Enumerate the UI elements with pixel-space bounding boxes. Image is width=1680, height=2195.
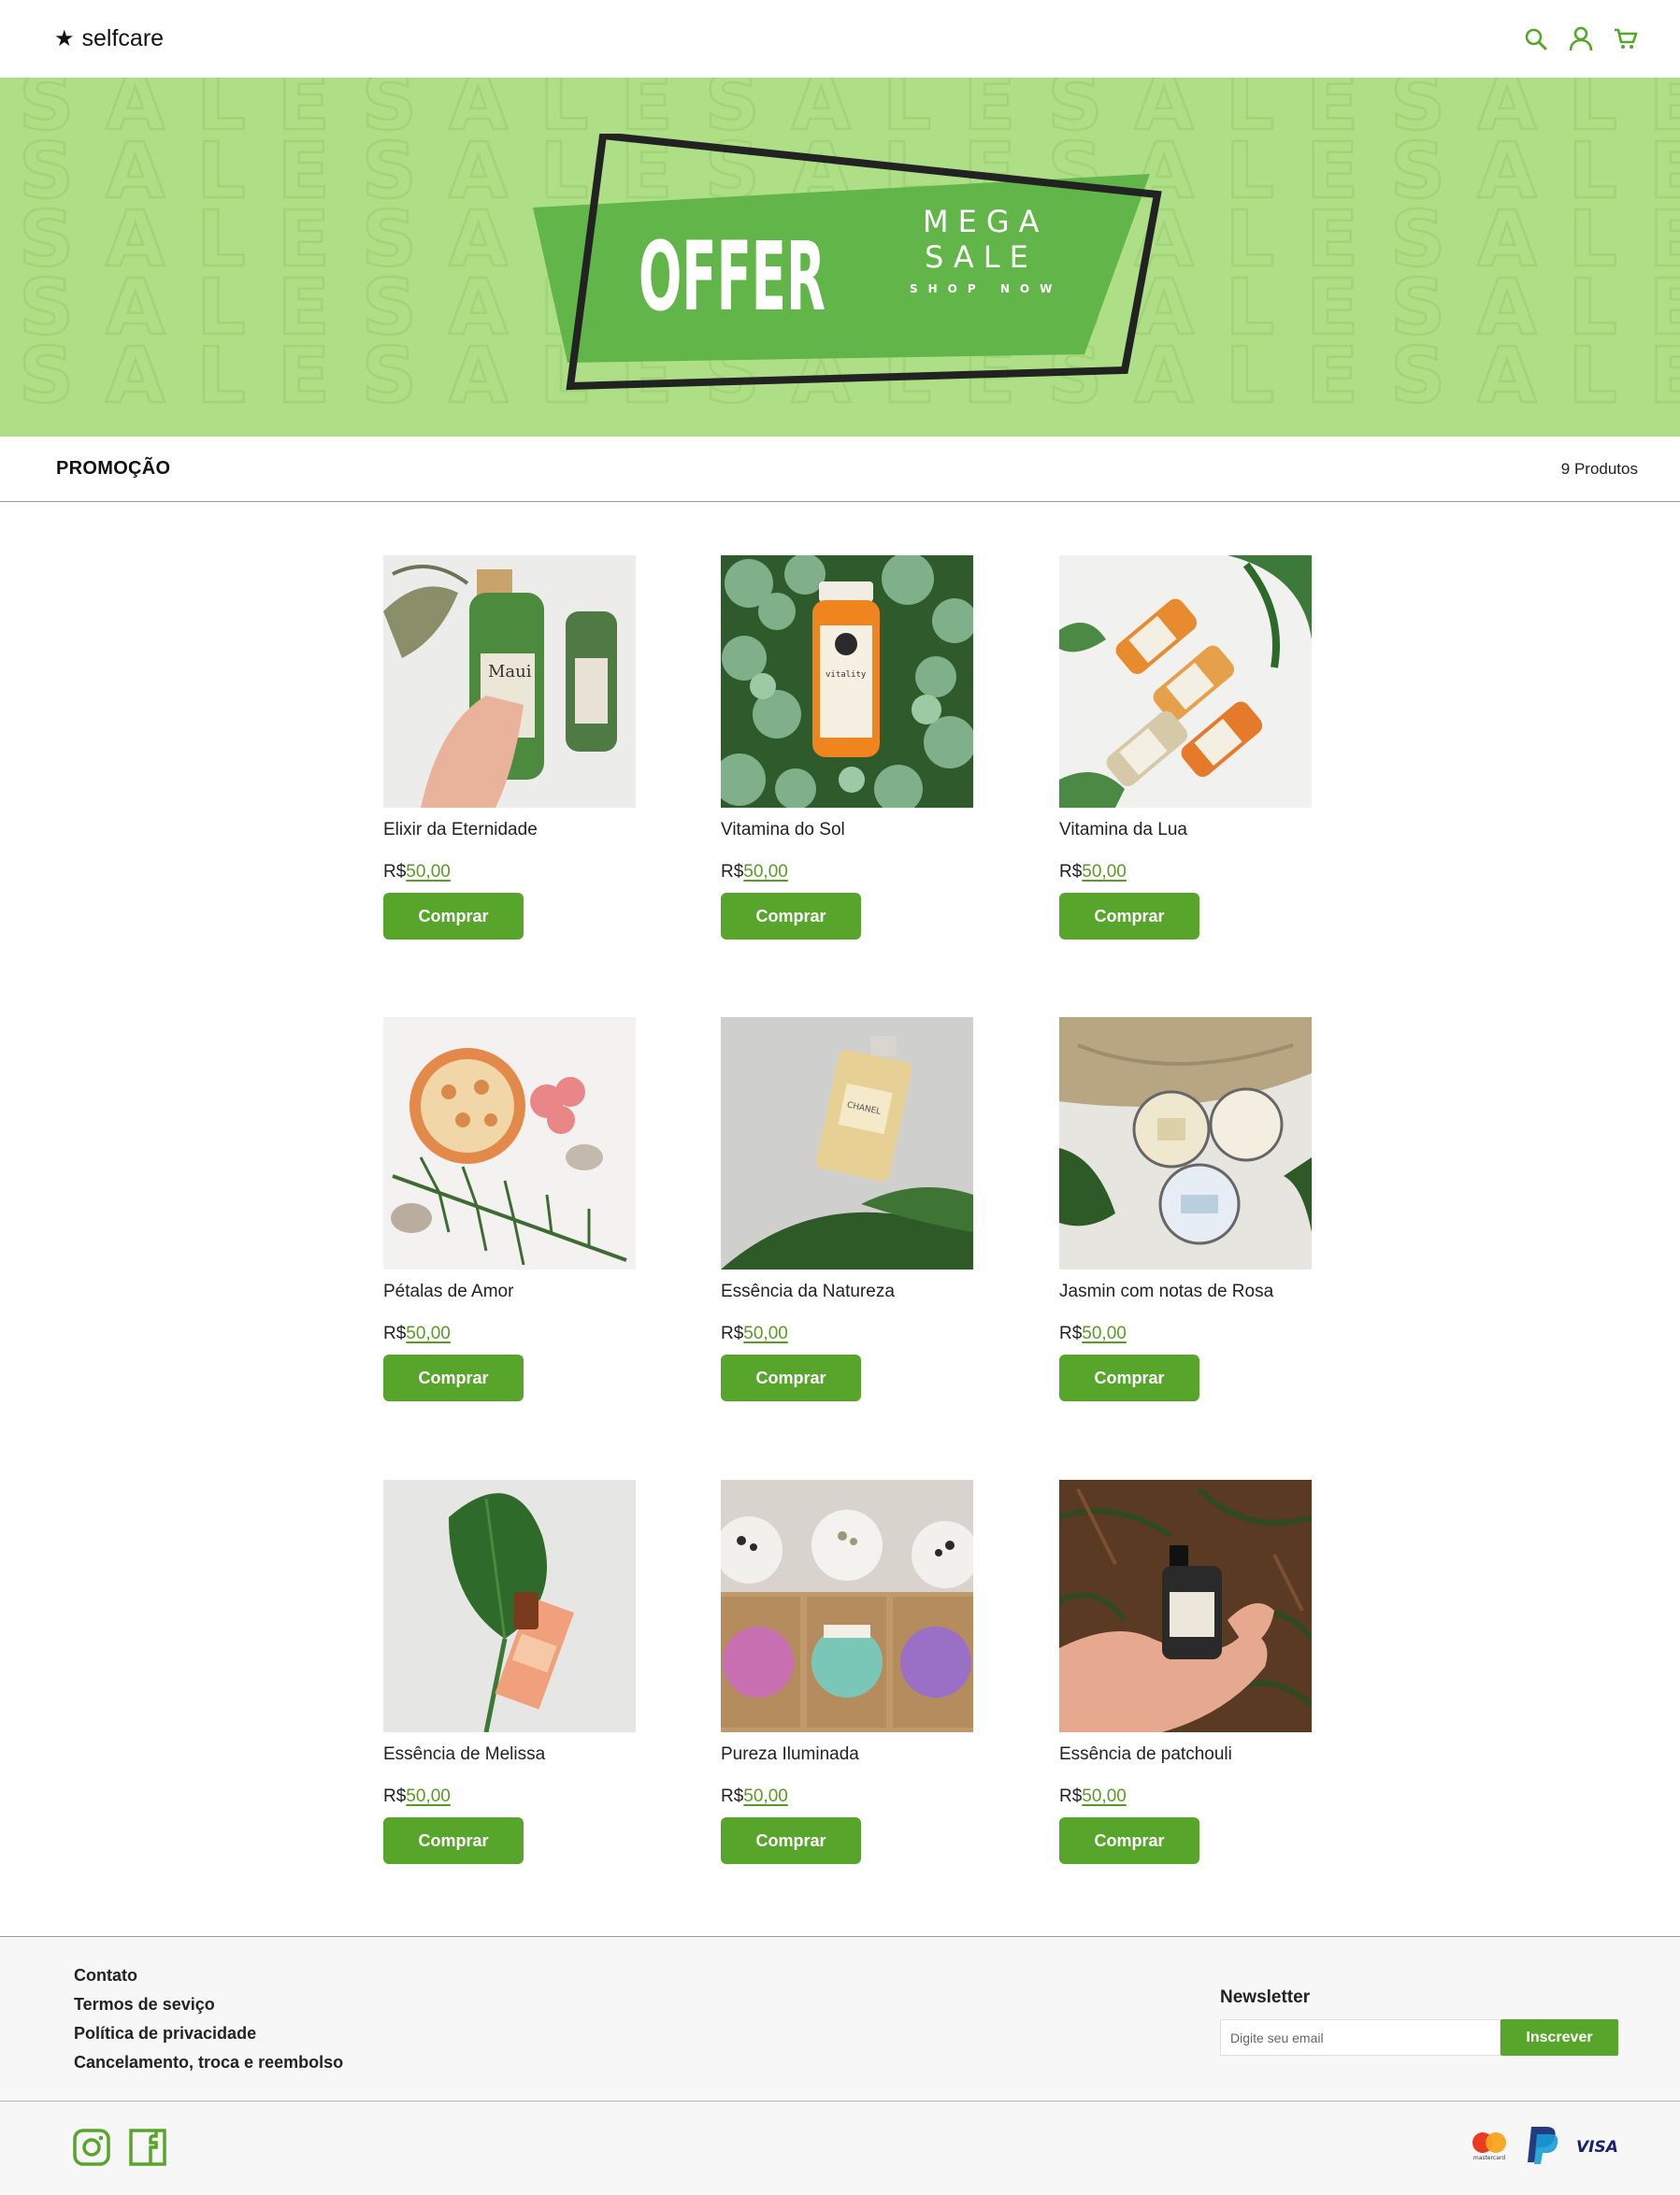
collection-title: PROMOÇÃO [56,458,171,479]
product-count: 9 Produtos [1560,459,1638,478]
product-image[interactable] [383,1480,636,1732]
product-price: R$50,00 [1059,862,1127,882]
footer-link-privacy[interactable]: Política de privacidade [74,2019,343,2048]
product-card[interactable]: Pureza Iluminada R$50,00 Comprar [721,1480,973,1864]
buy-button[interactable]: Comprar [721,893,861,940]
product-price: R$50,00 [721,862,788,882]
promo-banner[interactable]: SALESALESALESALESALESALE SALESALESALESAL… [0,78,1680,437]
facebook-icon[interactable] [129,2129,166,2171]
product-price: R$50,00 [1059,1786,1127,1806]
newsletter-title: Newsletter [1220,1987,1311,2007]
footer-link-contato[interactable]: Contato [74,1961,343,1990]
product-name[interactable]: Essência da Natureza [721,1282,973,1304]
product-card[interactable]: Vitamina da Lua R$50,00 Comprar [1059,555,1312,940]
buy-button[interactable]: Comprar [1059,1355,1199,1401]
buy-button[interactable]: Comprar [1059,893,1199,940]
buy-button[interactable]: Comprar [1059,1817,1199,1864]
product-card[interactable]: Maui Elixir da Eternidade R$50,00 Compra… [383,555,636,940]
cart-icon[interactable] [1614,27,1638,51]
product-card[interactable]: vitality Vitamina do Sol R$50,00 Comprar [721,555,973,940]
mastercard-icon: mastercard [1468,2130,1511,2166]
product-image[interactable]: Maui [383,555,636,808]
subscribe-button[interactable]: Inscrever [1501,2019,1618,2056]
product-price: R$50,00 [383,862,451,882]
svg-text:vitality: vitality [826,670,867,680]
product-image[interactable] [1059,1017,1312,1270]
mega-text: MEGA [923,204,1049,239]
footer-link-terms[interactable]: Termos de seviço [74,1990,343,2019]
product-name[interactable]: Pureza Iluminada [721,1744,973,1767]
product-card[interactable]: Essência de patchouli R$50,00 Comprar [1059,1480,1312,1864]
paypal-icon [1524,2125,1561,2171]
visa-icon: VISA [1574,2134,1621,2161]
buy-button[interactable]: Comprar [721,1355,861,1401]
sale-text: SALE [925,239,1038,275]
svg-text:Maui: Maui [488,662,532,681]
buy-button[interactable]: Comprar [721,1817,861,1864]
svg-text:mastercard: mastercard [1473,2155,1505,2161]
newsletter-form: Newsletter Digite seu email Inscrever [1220,1987,1618,2056]
product-image[interactable] [383,1017,636,1270]
buy-button[interactable]: Comprar [383,1355,524,1401]
product-card[interactable]: Essência de Melissa R$50,00 Comprar [383,1480,636,1864]
footer-link-refund[interactable]: Cancelamento, troca e reembolso [74,2048,343,2077]
product-name[interactable]: Jasmin com notas de Rosa [1059,1282,1312,1304]
site-header: ★ selfcare [0,0,1680,78]
product-name[interactable]: Elixir da Eternidade [383,820,636,842]
site-footer: Contato Termos de seviço Política de pri… [0,1936,1680,2195]
footer-divider [0,2101,1680,2102]
product-price: R$50,00 [1059,1324,1127,1343]
email-field[interactable]: Digite seu email [1220,2019,1501,2056]
offer-badge: OFFER MEGA SALE SHOP NOW [533,134,1162,391]
shop-now-text: SHOP NOW [910,282,1062,295]
brand-logo[interactable]: ★ selfcare [54,25,164,52]
product-image[interactable]: CHANEL [721,1017,973,1270]
instagram-icon[interactable] [73,2129,110,2171]
product-card[interactable]: CHANEL Essência da Natureza R$50,00 Comp… [721,1017,973,1401]
search-icon[interactable] [1524,27,1548,51]
svg-text:VISA: VISA [1576,2138,1618,2157]
product-card[interactable]: Pétalas de Amor R$50,00 Comprar [383,1017,636,1401]
product-image[interactable] [1059,555,1312,808]
product-card[interactable]: Jasmin com notas de Rosa R$50,00 Comprar [1059,1017,1312,1401]
star-icon: ★ [54,25,75,51]
product-price: R$50,00 [383,1324,451,1343]
product-price: R$50,00 [721,1324,788,1343]
product-price: R$50,00 [721,1786,788,1806]
product-name[interactable]: Essência de Melissa [383,1744,636,1767]
header-actions [1524,26,1638,52]
product-name[interactable]: Pétalas de Amor [383,1282,636,1304]
buy-button[interactable]: Comprar [383,893,524,940]
user-icon[interactable] [1569,26,1593,52]
product-image[interactable]: vitality [721,555,973,808]
product-image[interactable] [721,1480,973,1732]
social-links [73,2129,166,2171]
product-price: R$50,00 [383,1786,451,1806]
collection-header: PROMOÇÃO 9 Produtos [0,437,1680,502]
product-name[interactable]: Vitamina da Lua [1059,820,1312,842]
product-name[interactable]: Vitamina do Sol [721,820,973,842]
payment-methods: mastercard VISA [1468,2125,1621,2171]
offer-text: OFFER [639,222,826,333]
footer-links: Contato Termos de seviço Política de pri… [74,1961,343,2077]
buy-button[interactable]: Comprar [383,1817,524,1864]
brand-name: selfcare [81,25,165,51]
product-name[interactable]: Essência de patchouli [1059,1744,1312,1767]
product-image[interactable] [1059,1480,1312,1732]
